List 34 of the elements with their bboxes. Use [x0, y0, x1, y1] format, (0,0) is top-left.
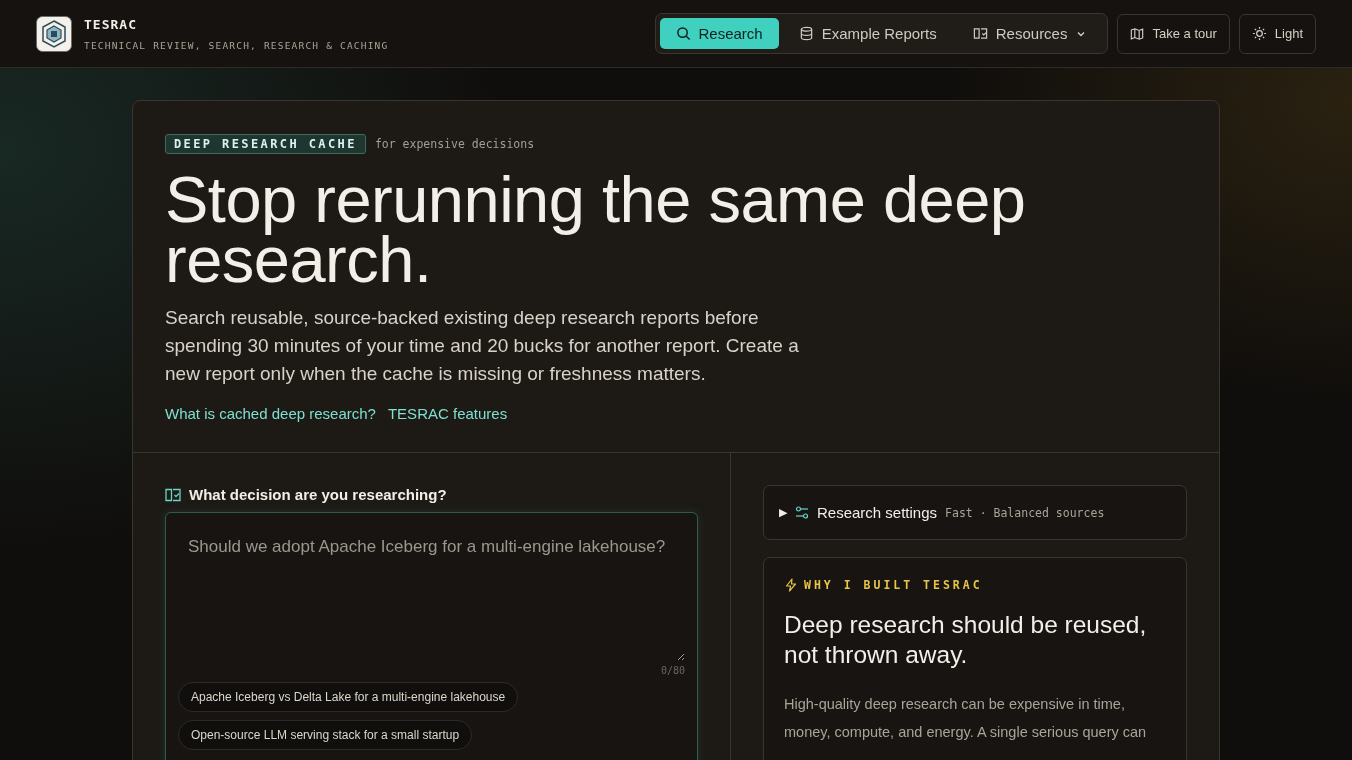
logo-icon [36, 15, 72, 52]
book-check-icon [165, 487, 181, 502]
settings-panel[interactable]: ▶ Research settings Fast · Balanced sources [763, 485, 1187, 540]
question-field[interactable]: Should we adopt Apache Iceberg for a multi-engine lakehouse? 0/80 Apache Iceberg vs Delta Lake for a multi-engine lakehouse Open-source LLM serving stack for a small startup [165, 512, 698, 760]
book-icon [972, 26, 988, 41]
hero-description: Search reusable, source-backed existing deep research reports before spending 30 minutes of your time and 20 bucks for another report. Create a new report only when the cache is missing or freshness matters. [165, 306, 800, 386]
header-button[interactable]: Light [1238, 13, 1316, 54]
suggestion-chip[interactable]: Apache Iceberg vs Delta Lake for a multi-engine lakehouse [178, 682, 519, 712]
nav-tab[interactable]: Resources [956, 18, 1104, 49]
badge-note: for expensive decisions [374, 137, 535, 151]
brand-tagline: TECHNICAL REVIEW, SEARCH, RESEARCH & CACHING [84, 39, 389, 51]
character-counter: 0/80 [660, 665, 685, 676]
hero-link[interactable]: TESRAC features [387, 405, 508, 422]
nav-tab[interactable]: Research [659, 18, 779, 49]
header-button[interactable]: Take a tour [1117, 13, 1230, 54]
suggestion-chip[interactable]: Open-source LLM serving stack for a small startup [178, 720, 473, 750]
map-icon [1130, 26, 1145, 41]
brand-name: TESRAC [84, 16, 138, 32]
why-body: High-quality deep research can be expensive in time, money, compute, and energy. A single serious query can [784, 695, 1148, 742]
question-label: What decision are you researching? [189, 486, 447, 503]
why-eyebrow: WHY I BUILT TESRAC [804, 578, 983, 592]
nav-tab[interactable]: Example Reports [782, 18, 953, 49]
sun-icon [1251, 26, 1267, 41]
search-icon [675, 26, 691, 41]
database-icon [798, 26, 814, 41]
settings-summary: Fast · Balanced sources [945, 505, 1105, 520]
lightning-icon [784, 578, 798, 592]
disclosure-toggle[interactable]: ▶ [779, 506, 787, 519]
section-badge: DEEP RESEARCH CACHE [165, 134, 366, 154]
hero-link[interactable]: What is cached deep research? [165, 405, 376, 422]
settings-label: Research settings [817, 504, 938, 521]
hero-title: Stop rerunning the same deep research. [165, 170, 1027, 290]
why-title: Deep research should be reused, not thrown away. [784, 610, 1148, 670]
sliders-icon [795, 505, 809, 520]
